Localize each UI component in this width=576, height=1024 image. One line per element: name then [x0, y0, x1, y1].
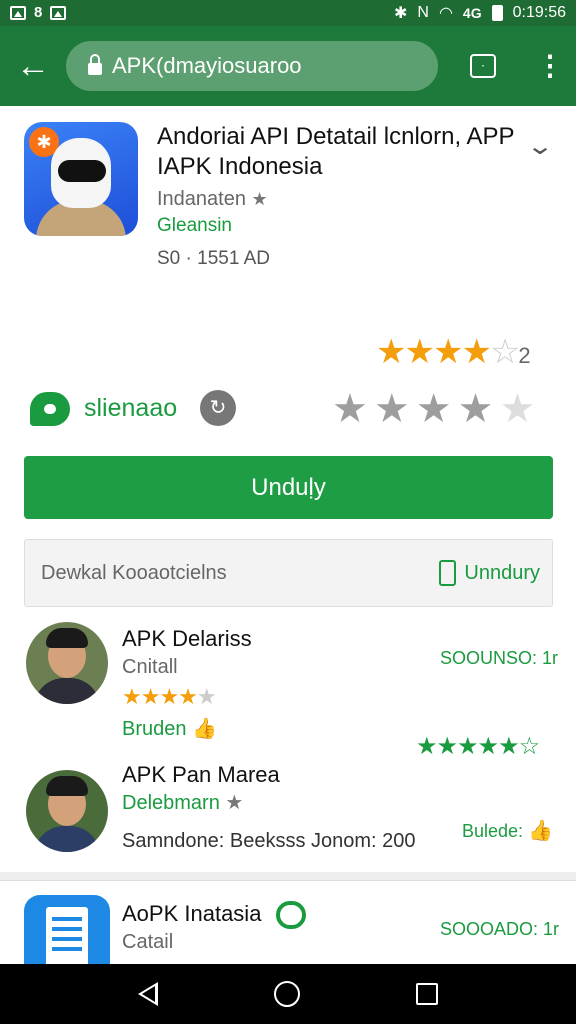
app-size: S0 · 1551 AD [157, 248, 271, 269]
nav-recents-icon[interactable] [416, 983, 438, 1005]
review-subtitle: Cnitall [122, 656, 178, 678]
phone-icon [439, 560, 457, 586]
thumbs-up-icon: 👍 [528, 820, 553, 842]
rating-stars: ★★★★☆2 [376, 333, 531, 371]
app-name: AoPK Inatasia [122, 901, 262, 926]
bluetooth-icon: ✱ [393, 5, 408, 22]
review-green-stars: ★★★★★☆ [416, 733, 540, 760]
review-name[interactable]: APK Pan Marea [122, 762, 280, 788]
browser-toolbar: ← APK(dmayiosuaroo ⋅ ⋮ [0, 26, 576, 106]
app-icon[interactable] [24, 895, 110, 964]
app-title: Andoriai API Detatail lcnlorn, APP IAPK … [157, 123, 515, 180]
helpful-link[interactable]: Bruden 👍 [122, 716, 217, 741]
navigation-bar [0, 964, 576, 1024]
rating-count: 2 [518, 343, 531, 368]
nav-home-icon[interactable] [274, 981, 300, 1007]
chevron-down-icon[interactable]: ⌄ [526, 132, 554, 161]
app-subtitle: Catail [122, 931, 174, 953]
share-icon[interactable]: ↻ [200, 390, 236, 426]
banner-text: Dewkal Kooaotcielns [41, 561, 227, 584]
thumbs-up-icon: 👍 [192, 718, 217, 740]
chat-label[interactable]: slienaao [84, 394, 177, 423]
app-icon[interactable]: ✱ [24, 122, 138, 236]
helpful-link[interactable]: Bulede: 👍 [462, 818, 553, 843]
status-bar: 8 ✱ N ◠ 4G 0:19:56 [0, 0, 576, 26]
gallery-notification-icon [10, 6, 26, 20]
banner-download-link[interactable]: Unndury [439, 560, 540, 586]
star-icon: ★ [251, 189, 268, 209]
avatar[interactable] [26, 770, 108, 852]
lock-icon [88, 54, 102, 75]
review-subtitle: Delebmarn ★ [122, 792, 244, 814]
clock: 0:19:56 [512, 4, 566, 21]
app-score: SOOOADO: 1r [440, 919, 560, 939]
nfc-icon: N [417, 4, 429, 21]
number-notification-icon: 8 [34, 4, 43, 21]
url-text: APK(dmayiosuaroo [112, 53, 302, 78]
developer-name[interactable]: Indanaten ★ [157, 188, 268, 211]
review-body: Samndone: Beeksss Jonom: 200 [122, 830, 416, 852]
wifi-icon: ◠ [438, 5, 453, 22]
back-arrow-icon[interactable]: ← [0, 26, 66, 106]
review-name[interactable]: APK Delariss [122, 626, 252, 652]
battery-icon [491, 5, 503, 21]
avatar[interactable] [26, 622, 108, 704]
download-banner: Dewkal Kooaotcielns Unndury [24, 539, 553, 607]
app-list-item[interactable]: AoPK Inatasia Catail SOOOADO: 1r [0, 880, 576, 964]
review-score: SOOUNSO: 1r [440, 648, 559, 668]
signal-icon: 4G [462, 5, 482, 21]
overflow-menu-icon[interactable]: ⋮ [536, 52, 564, 80]
nav-back-icon[interactable] [138, 982, 158, 1006]
chat-icon [276, 901, 306, 929]
url-bar[interactable]: APK(dmayiosuaroo [66, 41, 438, 91]
rate-this-app-stars[interactable]: ★★★★★ [332, 386, 541, 432]
tab-switcher-icon[interactable]: ⋅ [470, 54, 496, 78]
chat-icon[interactable] [30, 392, 70, 426]
image-notification-icon [50, 6, 67, 20]
install-button[interactable]: Unduḷy [24, 456, 553, 519]
star-icon: ★ [225, 792, 244, 814]
review-stars: ★★★★★ [122, 684, 217, 709]
app-category[interactable]: Gleansin [157, 215, 232, 237]
